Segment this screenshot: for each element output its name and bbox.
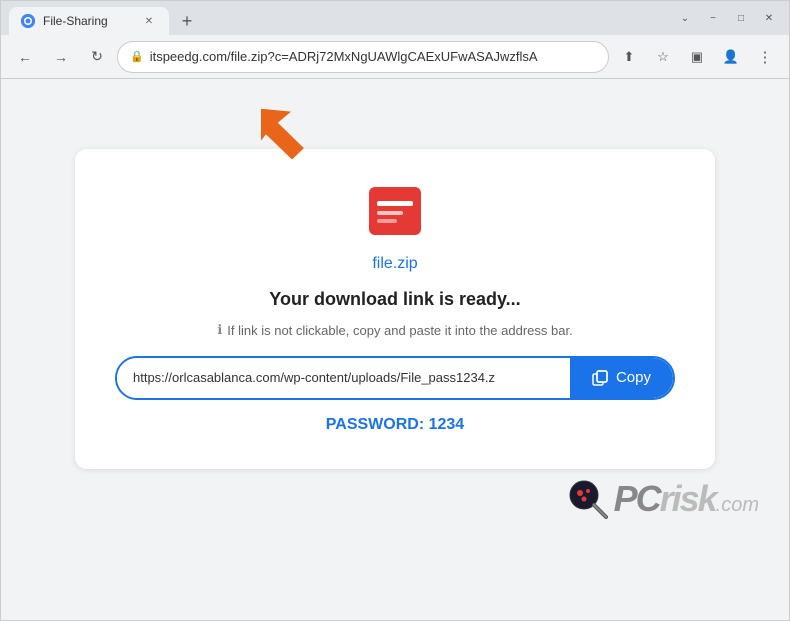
pcrisk-wordmark: PCrisk.com (614, 478, 759, 520)
window-controls: ⌄ − □ ✕ (673, 6, 781, 30)
main-card: file.zip Your download link is ready... … (75, 149, 715, 469)
toolbar: ← → ↻ 🔒 itspeedg.com/file.zip?c=ADRj72Mx… (1, 35, 789, 79)
tab-title: File-Sharing (43, 14, 133, 28)
browser-window: File-Sharing ✕ + ⌄ − □ ✕ ← → ↻ 🔒 itspeed… (0, 0, 790, 621)
title-bar: File-Sharing ✕ + ⌄ − □ ✕ (1, 1, 789, 35)
file-icon-container (363, 179, 427, 243)
toolbar-right: ⬆ ☆ ▣ 👤 ⋮ (613, 41, 781, 73)
pcrisk-com-text: .com (716, 494, 759, 516)
tab-favicon (21, 14, 35, 28)
address-bar[interactable]: 🔒 itspeedg.com/file.zip?c=ADRj72MxNgUAWl… (117, 41, 609, 73)
reload-button[interactable]: ↻ (81, 41, 113, 73)
close-button[interactable]: ✕ (757, 6, 781, 30)
hint-text: ℹ If link is not clickable, copy and pas… (217, 322, 572, 338)
new-tab-button[interactable]: + (173, 7, 201, 35)
file-name-link[interactable]: file.zip (372, 255, 417, 273)
tab-close-button[interactable]: ✕ (141, 13, 157, 29)
download-link-text[interactable]: https://orlcasablanca.com/wp-content/upl… (117, 358, 570, 398)
active-tab[interactable]: File-Sharing ✕ (9, 7, 169, 35)
share-button[interactable]: ⬆ (613, 41, 645, 73)
tab-bar: File-Sharing ✕ + (9, 1, 669, 35)
headline: Your download link is ready... (269, 289, 520, 310)
watermark-area: PCrisk.com (21, 469, 769, 521)
file-icon (363, 179, 427, 243)
copy-icon (592, 370, 608, 386)
lock-icon: 🔒 (130, 50, 144, 63)
bookmark-button[interactable]: ☆ (647, 41, 679, 73)
info-icon: ℹ (217, 322, 222, 338)
pcrisk-pc-text: PC (614, 478, 660, 519)
link-row: https://orlcasablanca.com/wp-content/upl… (115, 356, 675, 400)
pcrisk-risk-text: risk (660, 478, 716, 519)
extensions-button[interactable]: ▣ (681, 41, 713, 73)
pcrisk-magnifier-icon (566, 477, 610, 521)
forward-button[interactable]: → (45, 41, 77, 73)
page-content: file.zip Your download link is ready... … (1, 79, 789, 620)
back-button[interactable]: ← (9, 41, 41, 73)
arrow-annotation (261, 89, 341, 174)
copy-button[interactable]: Copy (570, 358, 673, 398)
window-chevron-icon: ⌄ (673, 6, 697, 30)
maximize-button[interactable]: □ (729, 6, 753, 30)
password-text: PASSWORD: 1234 (326, 416, 464, 434)
profile-button[interactable]: 👤 (715, 41, 747, 73)
minimize-button[interactable]: − (701, 6, 725, 30)
pcrisk-logo: PCrisk.com (566, 477, 759, 521)
menu-button[interactable]: ⋮ (749, 41, 781, 73)
address-text: itspeedg.com/file.zip?c=ADRj72MxNgUAWlgC… (150, 49, 596, 64)
